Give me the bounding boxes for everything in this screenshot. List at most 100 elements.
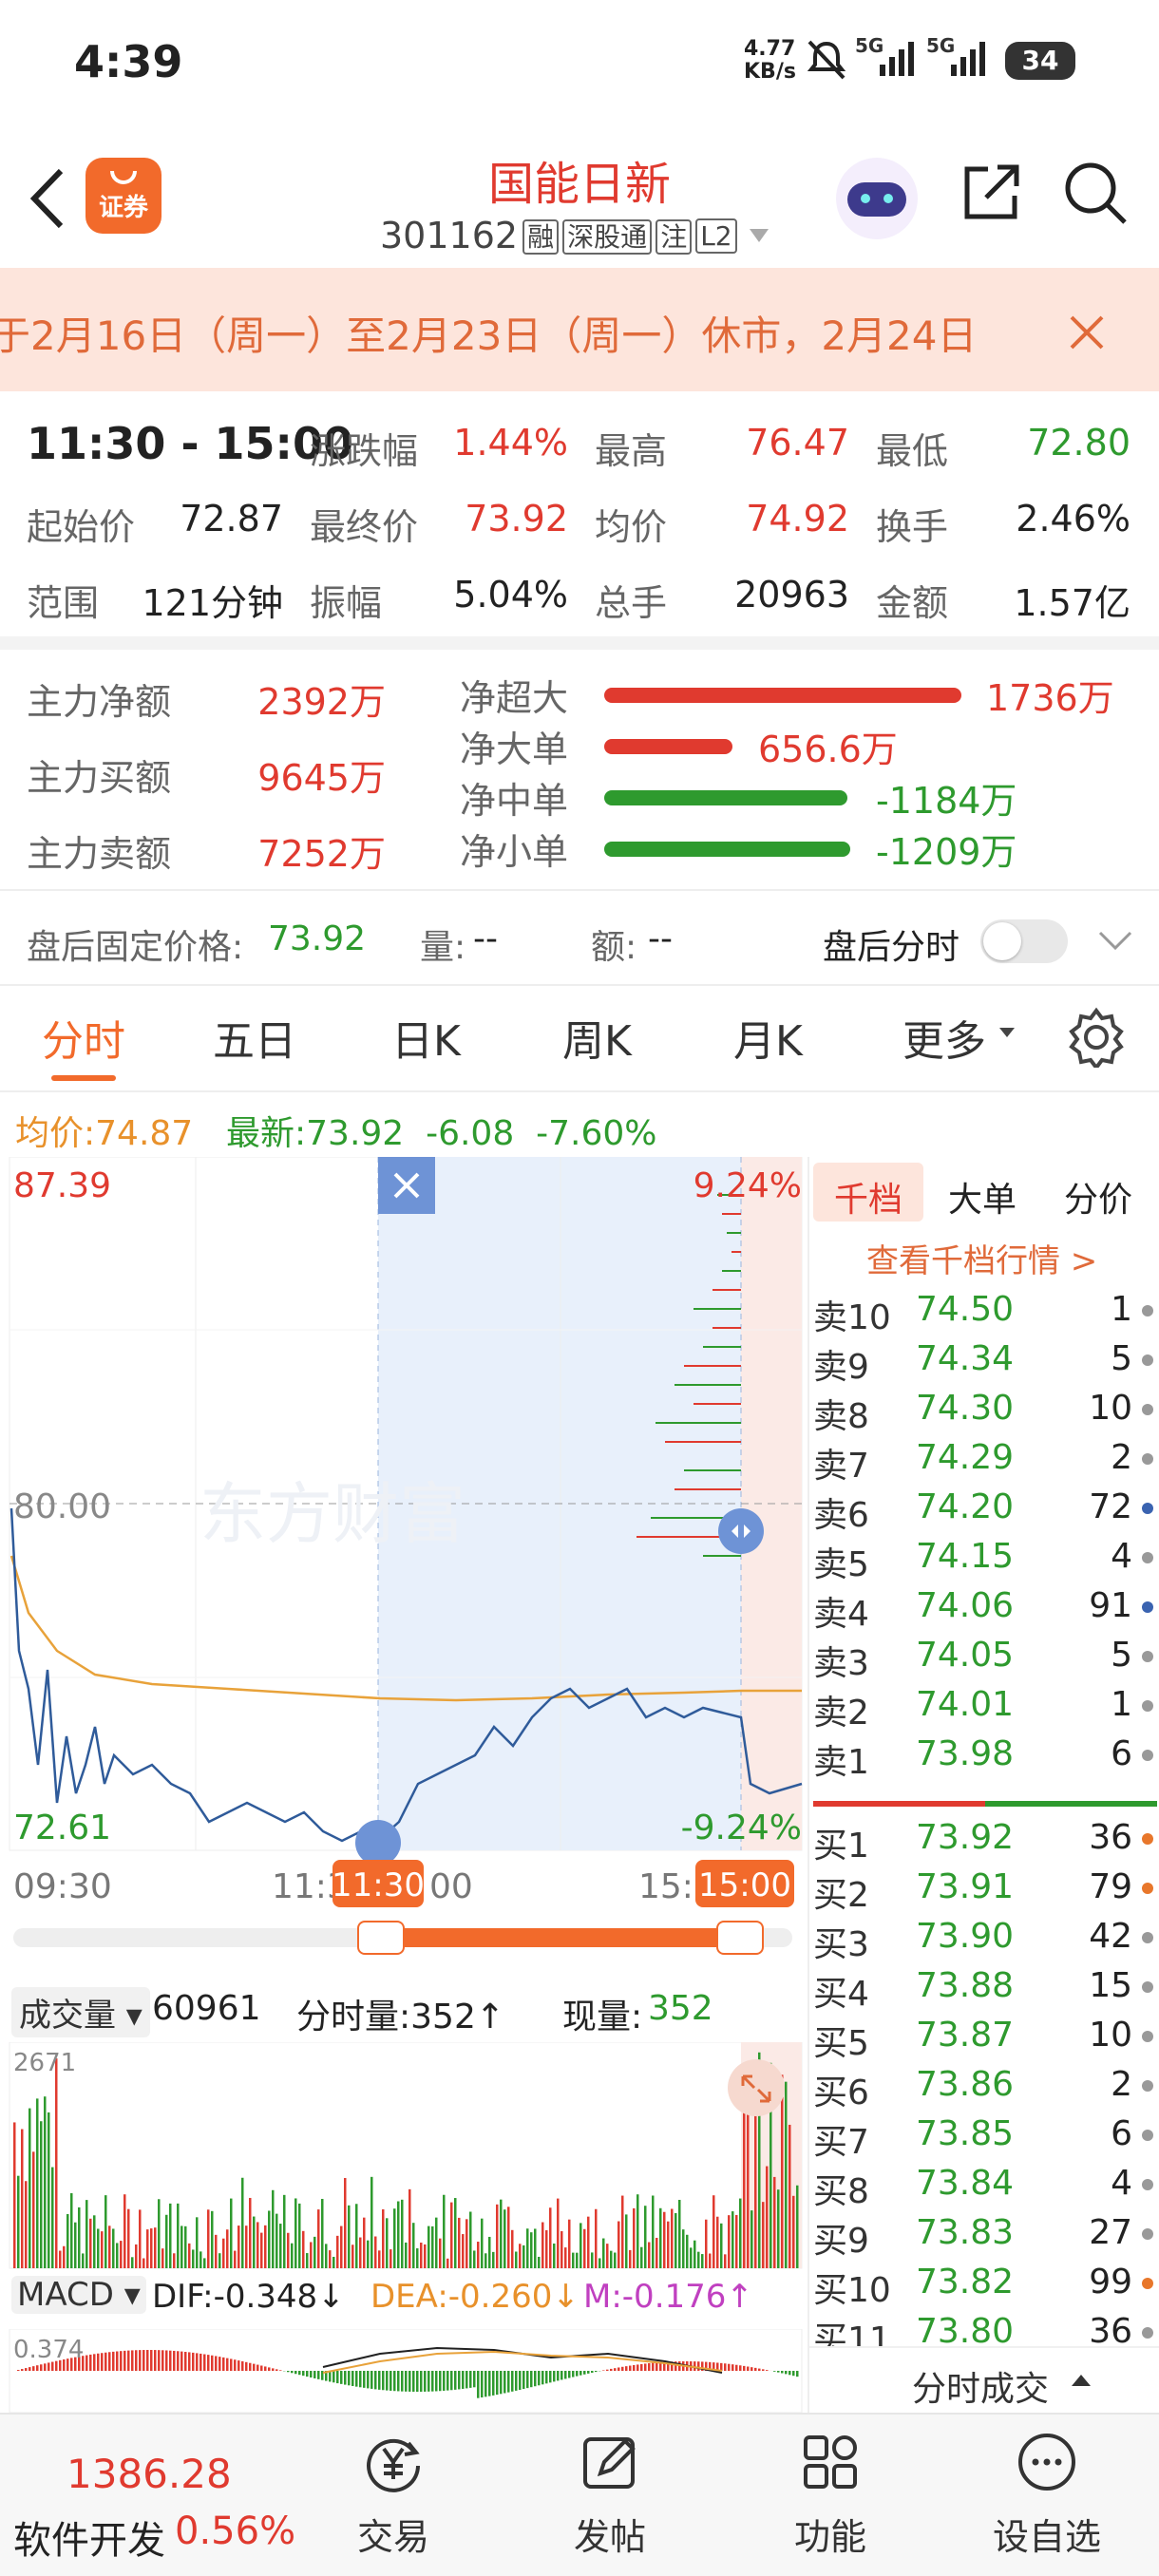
- flow-bar-small: [604, 842, 851, 857]
- volume-bar: [40, 2121, 43, 2268]
- volume-bar: [610, 2250, 613, 2268]
- range-slider-left-handle[interactable]: [357, 1921, 405, 1955]
- after-hours-amt: --: [648, 919, 673, 958]
- tab-daily-k[interactable]: 日K: [391, 1007, 461, 1068]
- tab-more[interactable]: 更多: [902, 1007, 986, 1068]
- volume-bar: [317, 2209, 320, 2268]
- volume-bar: [139, 2209, 142, 2268]
- macd-bar: [633, 2364, 636, 2371]
- volume-selector[interactable]: 成交量 ▾: [11, 1987, 150, 2037]
- settings-gear-icon[interactable]: [1066, 1007, 1127, 1068]
- stat-label: 换手: [876, 506, 949, 548]
- volume-bar: [108, 2226, 111, 2268]
- volume-bar: [28, 2108, 31, 2268]
- macd-bar: [150, 2350, 153, 2371]
- macd-bar: [431, 2371, 434, 2392]
- macd-bar: [268, 2367, 271, 2371]
- range-slider-right-handle[interactable]: [716, 1921, 764, 1955]
- macd-bar: [469, 2371, 472, 2388]
- volume-bar: [184, 2226, 187, 2268]
- tick-trades-button[interactable]: 分时成交: [809, 2346, 1159, 2413]
- flow-value: -1184万: [876, 780, 1017, 822]
- volume-bar: [477, 2242, 480, 2268]
- volume-bar: [120, 2241, 123, 2268]
- volume-bar: [241, 2177, 244, 2268]
- nav-post[interactable]: 发帖: [494, 2413, 726, 2576]
- volume-bar: [329, 2250, 332, 2268]
- macd-bar: [591, 2371, 594, 2373]
- tab-large-orders[interactable]: 大单: [948, 1172, 1016, 1222]
- macd-bar: [595, 2371, 598, 2373]
- intraday-chart[interactable]: 东方财富 87.39 80.00 72.61 9.24% -9.24% 09:3…: [0, 1157, 808, 1917]
- tab-price-split[interactable]: 分价: [1064, 1172, 1132, 1222]
- order-indicator-dot: [1142, 1651, 1153, 1662]
- macd-bar: [276, 2369, 278, 2371]
- flow-value: -1209万: [876, 831, 1017, 873]
- after-hours-toggle[interactable]: [980, 919, 1068, 963]
- volume-chart[interactable]: 2671: [0, 2042, 808, 2270]
- macd-dea: DEA:-0.260↓: [370, 2278, 580, 2316]
- time-range: 11:30 - 15:00: [27, 418, 353, 469]
- macd-bar: [234, 2359, 237, 2371]
- volume-bar: [215, 2234, 218, 2268]
- volume-bar: [728, 2215, 731, 2268]
- macd-bar: [279, 2370, 282, 2371]
- range-slider-track[interactable]: [13, 1921, 792, 1955]
- volume-bar: [249, 2197, 252, 2268]
- expand-icon[interactable]: [728, 2059, 785, 2116]
- volume-bar: [572, 2252, 575, 2268]
- volume-bar: [709, 2253, 712, 2268]
- volume-bar: [788, 2124, 791, 2268]
- macd-bar: [743, 2365, 746, 2371]
- market-closure-notice[interactable]: 于2月16日（周一）至2月23日（周一）休市，2月24日: [0, 268, 1159, 391]
- macd-bar: [739, 2365, 742, 2371]
- search-icon[interactable]: [1062, 160, 1129, 226]
- volume-bar: [796, 2185, 799, 2268]
- macd-bar: [697, 2361, 700, 2371]
- close-icon[interactable]: [1068, 313, 1106, 351]
- ask-quantity: 1: [1111, 1685, 1132, 1724]
- dropdown-triangle-icon[interactable]: [748, 227, 770, 244]
- volume-bar: [207, 2209, 210, 2268]
- sector-index[interactable]: 1386.28 软件开发 0.56%: [0, 2413, 304, 2576]
- flow-label: 净超大: [460, 677, 569, 719]
- macd-bar: [629, 2365, 632, 2371]
- macd-bar: [108, 2352, 111, 2371]
- stat-value: 1.57亿: [1014, 582, 1130, 624]
- macd-bar: [408, 2371, 411, 2392]
- macd-bar: [412, 2371, 415, 2392]
- nav-add-watchlist[interactable]: 设自选: [931, 2413, 1159, 2576]
- tab-intraday[interactable]: 分时: [42, 1007, 125, 1068]
- ask-price: 74.20: [916, 1487, 1015, 1526]
- nav-trade-label: 交易: [356, 2516, 429, 2558]
- macd-bar: [781, 2371, 784, 2374]
- macd-bar: [89, 2354, 92, 2371]
- tab-weekly-k[interactable]: 周K: [562, 1007, 632, 1068]
- range-start-handle[interactable]: [355, 1820, 401, 1866]
- tab-monthly-k[interactable]: 月K: [733, 1007, 803, 1068]
- nav-functions[interactable]: 功能: [714, 2413, 946, 2576]
- bid-quantity: 42: [1089, 1917, 1132, 1956]
- view-depth-link[interactable]: 查看千档行情 >: [866, 1235, 1097, 1281]
- macd-bar: [44, 2363, 47, 2371]
- range-stats: 11:30 - 15:00 涨跌幅 1.44% 最高 76.47 最低 72.8…: [0, 399, 1159, 636]
- tab-five-day[interactable]: 五日: [213, 1007, 296, 1068]
- volume-bar: [458, 2217, 461, 2268]
- robot-avatar-icon[interactable]: [836, 158, 918, 239]
- macd-selector[interactable]: MACD ▾: [11, 2276, 146, 2314]
- tab-thousand-level[interactable]: 千档: [813, 1163, 923, 1222]
- nav-trade[interactable]: 交易: [277, 2413, 509, 2576]
- ask-level-label: 卖1: [813, 1743, 869, 1782]
- order-indicator-dot: [1142, 1883, 1153, 1894]
- chevron-down-icon[interactable]: [1098, 929, 1132, 952]
- macd-bar: [397, 2371, 400, 2392]
- volume-bar: [549, 2207, 552, 2268]
- volume-bar: [66, 2213, 69, 2268]
- range-drag-handle[interactable]: [718, 1508, 764, 1554]
- tag-connect: 深股通: [562, 219, 653, 255]
- macd-chart[interactable]: 0.374: [0, 2329, 808, 2413]
- share-icon[interactable]: [960, 161, 1022, 224]
- volume-bar: [420, 2243, 423, 2268]
- volume-bar: [466, 2219, 468, 2268]
- macd-bar: [180, 2351, 183, 2371]
